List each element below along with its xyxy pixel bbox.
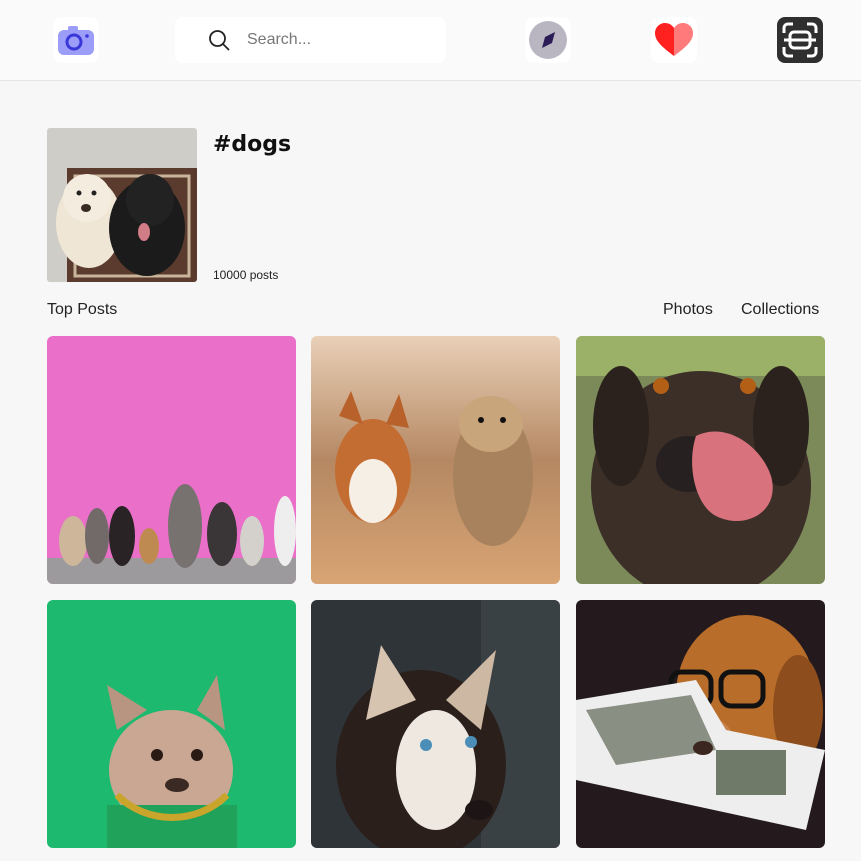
heart-icon: [655, 23, 693, 56]
post-count: 10000 posts: [213, 268, 279, 282]
post-tile-corgi-yorkie[interactable]: [311, 336, 560, 584]
camera-button[interactable]: [53, 17, 99, 63]
post-tile-dog-with-glasses[interactable]: [576, 600, 825, 848]
search-bar[interactable]: [175, 17, 446, 63]
camera-icon: [58, 26, 94, 55]
top-posts-label: Top Posts: [47, 301, 118, 318]
likes-button[interactable]: [651, 17, 697, 63]
tab-collections[interactable]: Collections: [741, 301, 819, 319]
hashtag-cover-image: [47, 128, 197, 282]
tab-photos[interactable]: Photos: [663, 301, 713, 319]
top-bar: [0, 0, 861, 81]
compass-icon: [529, 21, 567, 59]
hashtag-title: #dogs: [213, 132, 292, 157]
explore-button[interactable]: [525, 17, 571, 63]
post-tile-husky[interactable]: [311, 600, 560, 848]
post-tile-lab-licking[interactable]: [576, 336, 825, 584]
scan-icon: [782, 22, 818, 58]
post-tile-french-bulldog[interactable]: [47, 600, 296, 848]
search-icon: [209, 30, 230, 51]
scan-button[interactable]: [777, 17, 823, 63]
search-input[interactable]: [247, 31, 427, 49]
post-tile-dog-lineup[interactable]: [47, 336, 296, 584]
